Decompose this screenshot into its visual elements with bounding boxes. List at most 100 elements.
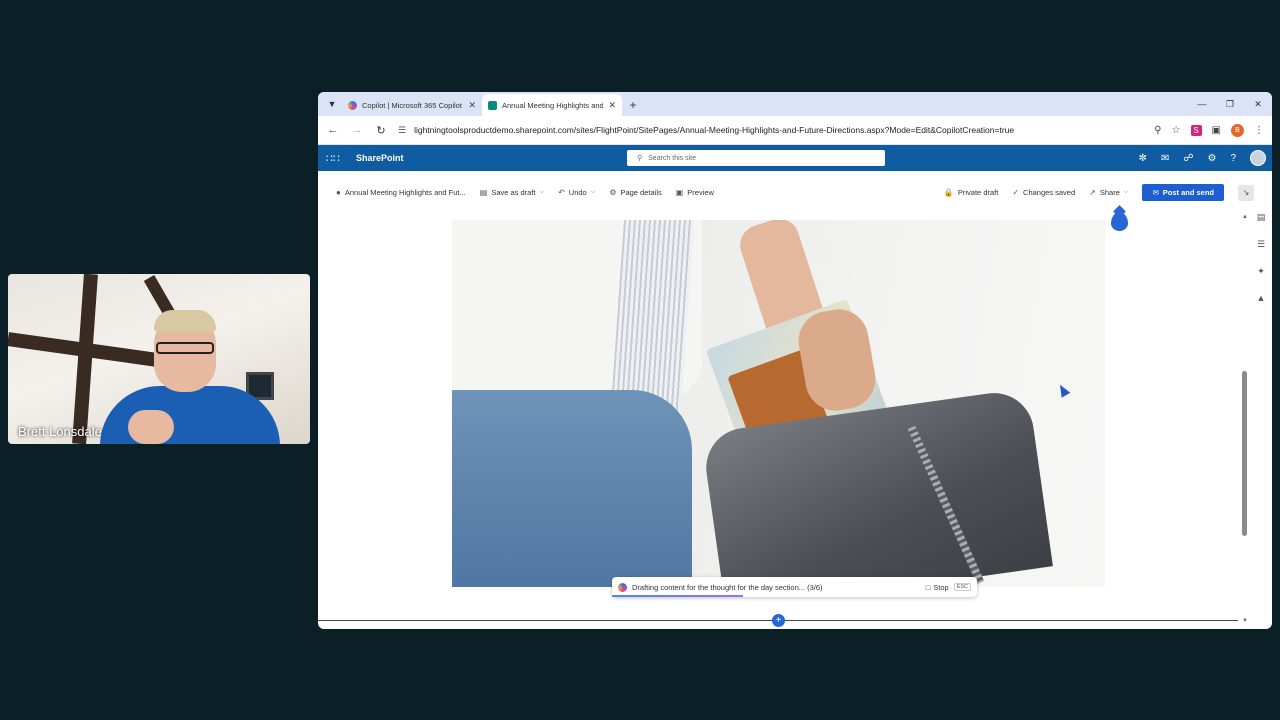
page-title: Annual Meeting Highlights and Fut... xyxy=(344,188,466,197)
copilot-icon xyxy=(348,100,357,110)
bookmark-star-icon[interactable]: ☆ xyxy=(1172,125,1181,136)
hero-image[interactable] xyxy=(452,220,1105,587)
gear-icon: ⚙ xyxy=(609,188,617,197)
esc-key-hint: ESC xyxy=(953,583,971,591)
copilot-suite-icon[interactable]: ✼ xyxy=(1139,153,1147,164)
url-text: lightningtoolsproductdemo.sharepoint.com… xyxy=(414,125,1015,135)
help-icon[interactable]: ? xyxy=(1230,153,1236,164)
send-icon: ✉ xyxy=(1152,188,1159,197)
page-command-bar: ● Annual Meeting Highlights and Fut... ▤… xyxy=(318,171,1272,221)
profile-avatar[interactable]: B xyxy=(1231,123,1244,137)
browser-menu-icon[interactable]: ⋮ xyxy=(1254,125,1264,136)
close-icon[interactable]: ✕ xyxy=(608,100,616,111)
preview-label: Preview xyxy=(687,188,714,197)
user-avatar[interactable] xyxy=(1250,150,1266,166)
private-draft-status: 🔒 Private draft xyxy=(944,188,998,197)
post-and-send-label: Post and send xyxy=(1162,188,1214,197)
address-bar-row: ← → ↻ ☰ lightningtoolsproductdemo.sharep… xyxy=(318,116,1272,145)
save-as-draft-button[interactable]: ▤ Save as draft ⌵ xyxy=(480,188,544,197)
undo-button[interactable]: ↶ Undo ⌵ xyxy=(558,188,595,197)
extension-icon[interactable]: S xyxy=(1190,124,1202,136)
changes-saved-label: Changes saved xyxy=(1023,188,1076,197)
presenter-hand xyxy=(128,410,174,444)
undo-label: Undo xyxy=(568,188,587,197)
app-launcher-icon[interactable]: ∷∷ xyxy=(326,152,342,165)
browser-window: ▼ Copilot | Microsoft 365 Copilot ✕ Annu… xyxy=(318,92,1272,629)
image-jeans xyxy=(452,390,692,587)
chevron-down-icon[interactable]: ⌵ xyxy=(591,189,596,196)
restore-icon[interactable]: ❐ xyxy=(1216,92,1244,116)
site-search-input[interactable]: ⚲ Search this site xyxy=(627,150,885,166)
share-label: Share xyxy=(1099,188,1120,197)
sharepoint-icon xyxy=(488,100,497,110)
participant-name: Brett Lonsdale xyxy=(18,424,102,439)
tab-sharepoint-page[interactable]: Annual Meeting Highlights and Fu ✕ xyxy=(482,94,622,116)
page-title-menu[interactable]: ● Annual Meeting Highlights and Fut... xyxy=(336,188,466,197)
page-details-button[interactable]: ⚙ Page details xyxy=(609,188,661,197)
tab-strip: ▼ Copilot | Microsoft 365 Copilot ✕ Annu… xyxy=(318,92,1272,116)
undo-icon: ↶ xyxy=(558,188,565,197)
browser-toolbar-right: ⚲ ☆ S ▣ B ⋮ xyxy=(1154,123,1264,137)
reload-icon[interactable]: ↻ xyxy=(374,124,388,137)
scroll-up-icon[interactable]: ▲ xyxy=(1242,214,1248,220)
add-section-button[interactable]: + xyxy=(772,614,785,627)
search-icon: ⚲ xyxy=(637,155,643,162)
collapse-icon[interactable]: ↘ xyxy=(1238,184,1254,201)
share-button[interactable]: ↗ Share ⌵ xyxy=(1089,188,1128,197)
copilot-drop-icon[interactable] xyxy=(1111,212,1128,231)
presenter-hair xyxy=(154,310,216,332)
background-beam xyxy=(72,274,98,444)
changes-saved-status: ✓ Changes saved xyxy=(1012,188,1075,197)
suite-actions: ✼ ✉ ☍ ⚙ ? xyxy=(1139,145,1266,171)
site-info-icon[interactable]: ☰ xyxy=(398,125,406,136)
webcam-video: Brett Lonsdale xyxy=(8,274,310,444)
search-placeholder: Search this site xyxy=(648,154,696,162)
minimize-icon[interactable]: — xyxy=(1188,92,1216,116)
preview-button[interactable]: ▣ Preview xyxy=(676,188,714,197)
stop-label: Stop xyxy=(933,582,949,592)
save-as-draft-label: Save as draft xyxy=(491,188,536,197)
close-window-icon[interactable]: ✕ xyxy=(1244,92,1272,116)
page-canvas: Drafting content for the thought for the… xyxy=(318,212,1272,629)
share-icon: ↗ xyxy=(1089,188,1096,197)
scrollbar-thumb[interactable] xyxy=(1242,371,1247,536)
drafting-status-text: Drafting content for the thought for the… xyxy=(632,582,823,592)
new-tab-button[interactable]: + xyxy=(622,94,644,116)
page-icon: ● xyxy=(336,188,341,197)
close-icon[interactable]: ✕ xyxy=(468,100,476,111)
page-details-label: Page details xyxy=(620,188,662,197)
scroll-down-icon[interactable]: ▼ xyxy=(1242,618,1248,624)
tab-label: Copilot | Microsoft 365 Copilot xyxy=(362,100,462,110)
zoom-icon[interactable]: ⚲ xyxy=(1154,125,1161,136)
page-scrollbar[interactable]: ▲ ▼ xyxy=(1242,214,1248,624)
window-controls: — ❐ ✕ xyxy=(1188,92,1272,116)
properties-sliders-icon[interactable]: ☰ xyxy=(1257,239,1265,250)
announcement-icon[interactable]: ✉ xyxy=(1161,153,1169,164)
copilot-drafting-status: Drafting content for the thought for the… xyxy=(612,577,977,597)
checkmark-icon: ✓ xyxy=(1012,188,1020,197)
lock-icon: 🔒 xyxy=(943,188,954,197)
design-ideas-icon[interactable]: ✦ xyxy=(1257,266,1265,277)
settings-gear-icon[interactable]: ⚙ xyxy=(1207,153,1216,164)
tab-search-chevron-icon[interactable]: ▼ xyxy=(322,92,342,116)
copilot-icon xyxy=(618,582,627,592)
chevron-down-icon[interactable]: ⌵ xyxy=(540,189,545,196)
forward-icon[interactable]: → xyxy=(350,124,364,136)
presenter-glasses xyxy=(156,342,214,354)
back-icon[interactable]: ← xyxy=(326,124,340,136)
right-toolbox-rail: ▤ ☰ ✦ ▲ xyxy=(1254,212,1268,303)
extensions-puzzle-icon[interactable]: ▣ xyxy=(1212,125,1221,136)
save-icon: ▤ xyxy=(479,188,488,197)
pin-icon[interactable]: ▲ xyxy=(1257,293,1266,303)
tab-label: Annual Meeting Highlights and Fu xyxy=(502,100,604,110)
stop-button[interactable]: □ Stop xyxy=(926,583,949,592)
toolbox-icon[interactable]: ▤ xyxy=(1257,212,1266,223)
chevron-down-icon[interactable]: ⌵ xyxy=(1124,189,1129,196)
tab-copilot[interactable]: Copilot | Microsoft 365 Copilot ✕ xyxy=(342,94,482,116)
stop-icon: □ xyxy=(925,582,931,592)
share-network-icon[interactable]: ☍ xyxy=(1183,153,1193,164)
sharepoint-brand[interactable]: SharePoint xyxy=(356,153,404,163)
post-and-send-button[interactable]: ✉ Post and send xyxy=(1142,184,1224,201)
address-bar[interactable]: ☰ lightningtoolsproductdemo.sharepoint.c… xyxy=(398,125,1144,136)
preview-icon: ▣ xyxy=(675,188,684,197)
